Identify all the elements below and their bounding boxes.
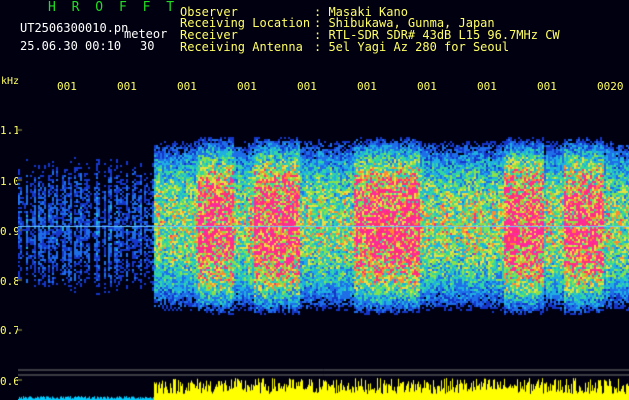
time-tick: 0020 [597,80,624,93]
time-tick: 001 [297,80,317,93]
time-tick: 001 [537,80,557,93]
frequency-tick: 1.0 [0,175,20,188]
time-tick: 001 [177,80,197,93]
time-tick: 001 [477,80,497,93]
frequency-tick: 0.9 [0,225,20,238]
meteor-count: 30 [140,39,155,53]
frequency-unit-label: kHz [1,76,20,87]
frequency-tick: 0.8 [0,275,20,288]
frequency-tick: 1.1 [0,124,20,137]
date-time: 25.06.30 00:10 [20,39,122,53]
file-name: UT2506300010.pn [20,21,129,35]
frequency-tick: 0.6 [0,375,20,388]
spectrogram-plot [18,95,629,400]
antenna-label: Receiving Antenna [180,40,303,54]
time-tick: 001 [117,80,137,93]
time-tick: 001 [417,80,437,93]
spectrogram-window: H R O F F T UT2506300010.pn meteor 25.06… [0,0,629,400]
frequency-tick: 0.7 [0,324,20,337]
time-tick: 001 [57,80,77,93]
antenna-value: : 5el Yagi Az 280 for Seoul [314,40,510,54]
time-tick: 001 [357,80,377,93]
time-tick: 001 [237,80,257,93]
app-brand: H R O F F T [48,0,179,15]
